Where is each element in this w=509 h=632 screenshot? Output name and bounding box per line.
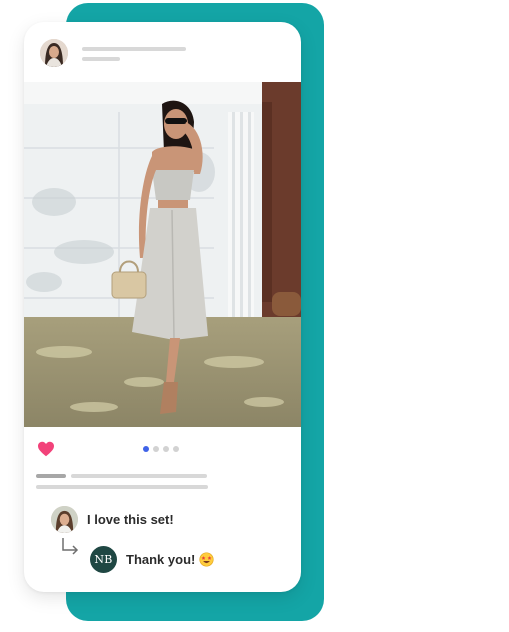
- post-photo[interactable]: [24, 82, 301, 427]
- caption-username-placeholder: [36, 474, 66, 478]
- caption-line-placeholder: [71, 474, 207, 478]
- woman-portrait-icon: [40, 39, 68, 67]
- commenter-avatar[interactable]: [51, 506, 78, 533]
- reply-text: Thank you!: [126, 552, 196, 567]
- caption-line-placeholder: [36, 485, 208, 489]
- heart-icon[interactable]: [37, 441, 55, 457]
- author-meta-placeholder: [82, 57, 120, 61]
- carousel-dot[interactable]: [173, 446, 179, 452]
- woman-portrait-icon: [51, 506, 78, 533]
- comment-text: I love this set!: [87, 512, 174, 527]
- author-name-placeholder: [82, 47, 186, 51]
- reply-arrow-icon: [62, 538, 79, 555]
- carousel-dot[interactable]: [163, 446, 169, 452]
- reply-comment: NB Thank you!: [90, 546, 214, 573]
- star-struck-emoji-icon: [199, 552, 214, 567]
- carousel-dot-active[interactable]: [143, 446, 149, 452]
- carousel-dot[interactable]: [153, 446, 159, 452]
- reply-text-wrap: Thank you!: [126, 552, 214, 567]
- author-avatar[interactable]: [40, 39, 68, 67]
- promo-illustration: I love this set! NB Thank you!: [0, 0, 509, 632]
- social-post-card: I love this set! NB Thank you!: [24, 22, 301, 592]
- fashion-photo-image: [24, 82, 301, 427]
- brand-avatar[interactable]: NB: [90, 546, 117, 573]
- carousel-indicator: [143, 446, 179, 452]
- comment: I love this set!: [51, 506, 174, 533]
- post-header: [24, 22, 301, 82]
